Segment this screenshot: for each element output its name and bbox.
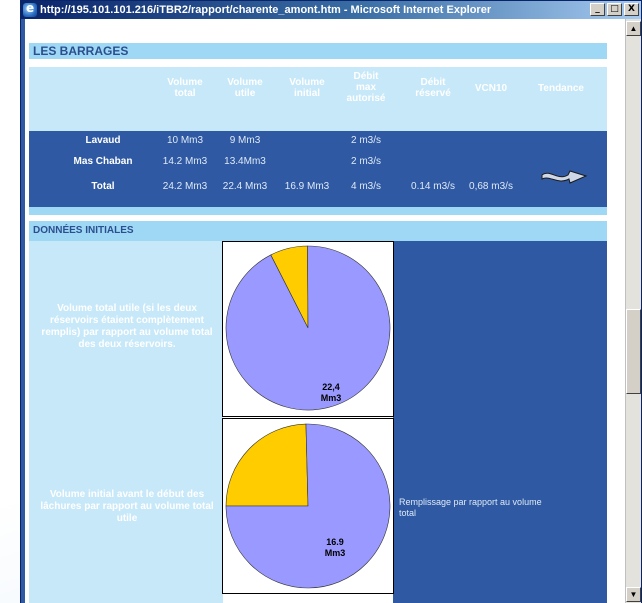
column-header-line: Volume bbox=[289, 77, 325, 88]
column-header-line: utile bbox=[234, 88, 256, 99]
table-cell-vcn10: 0,68 m3/s bbox=[469, 181, 513, 192]
column-header-line: Débit bbox=[353, 71, 379, 82]
maximize-button[interactable]: □ bbox=[607, 3, 622, 16]
window-title: http://195.101.101.216/iTBR2/rapport/cha… bbox=[40, 4, 492, 16]
table-cell-volume_total: 24.2 Mm3 bbox=[162, 181, 208, 192]
column-header-line: autorisé bbox=[346, 93, 386, 104]
remplissage-note: Remplissage par rapport au volume total bbox=[399, 497, 542, 518]
ie-window: http://195.101.101.216/iTBR2/rapport/cha… bbox=[20, 0, 642, 603]
pie1-slice-utile bbox=[225, 245, 391, 411]
pie2-slice-remaining bbox=[225, 423, 309, 507]
pie1-description: Volume total utile (si les deux réservoi… bbox=[41, 303, 213, 350]
pie2-description: Volume initial avant le début des lâchur… bbox=[40, 489, 214, 524]
pie2-svg bbox=[225, 423, 391, 589]
table-cell-volume_utile: 9 Mm3 bbox=[229, 135, 261, 146]
column-header-6: Tendance bbox=[528, 83, 594, 94]
ie-logo-icon bbox=[23, 1, 37, 17]
column-header-line: total bbox=[174, 88, 196, 99]
table-cell-volume_total: 10 Mm3 bbox=[166, 135, 204, 146]
scroll-down-arrow-icon[interactable]: ▼ bbox=[626, 587, 641, 602]
pie1-unit: Mm3 bbox=[320, 393, 342, 403]
pie1-svg bbox=[225, 245, 391, 411]
column-header-line: Volume bbox=[167, 77, 203, 88]
table-cell-debit_max: 4 m3/s bbox=[350, 181, 381, 192]
scrollbar-thumb[interactable] bbox=[626, 309, 641, 394]
scroll-up-arrow-icon[interactable]: ▲ bbox=[626, 21, 641, 36]
page-viewport: LES BARRAGES Volume total Volume utile Volum… bbox=[21, 19, 625, 603]
column-header-line: initial bbox=[293, 88, 321, 99]
notes-panel bbox=[393, 241, 607, 603]
row-label: Total bbox=[91, 181, 115, 192]
column-header-line: Débit bbox=[420, 77, 446, 88]
column-header-line: réservé bbox=[415, 88, 451, 99]
window-controls: _ □ X bbox=[590, 3, 639, 16]
column-header-1: Volume utile bbox=[217, 77, 273, 99]
table-cell-volume_utile: 22.4 Mm3 bbox=[222, 181, 268, 192]
column-header-0: Volume total bbox=[157, 77, 213, 99]
column-header-line: max bbox=[355, 82, 376, 93]
table-cell-volume_initial: 16.9 Mm3 bbox=[284, 181, 330, 192]
table-cell-debit_max: 2 m3/s bbox=[350, 135, 381, 146]
barrages-section-title: LES BARRAGES bbox=[29, 43, 607, 59]
pie2-label: 16.9 Mm3 bbox=[315, 537, 355, 559]
table-cell-volume_total: 14.2 Mm3 bbox=[162, 156, 208, 167]
right-arrow-icon bbox=[541, 170, 588, 184]
table-cell-volume_utile: 13.4Mm3 bbox=[224, 156, 266, 167]
column-header-3: Débit max autorisé bbox=[341, 71, 391, 104]
pie-chart-volume-initial: 16.9 Mm3 bbox=[222, 418, 394, 594]
minimize-button[interactable]: _ bbox=[590, 3, 605, 16]
column-header-4: Débit réservé bbox=[405, 77, 461, 99]
column-header-line: Tendance bbox=[538, 83, 584, 94]
pie1-label: 22,4 Mm3 bbox=[311, 382, 351, 404]
barrages-table-footer bbox=[29, 207, 607, 215]
row-label: Mas Chaban bbox=[73, 156, 133, 167]
donnees-section-title: DONNÉES INITIALES bbox=[29, 221, 607, 241]
column-header-5: VCN10 bbox=[463, 83, 519, 94]
row-label: Lavaud bbox=[85, 135, 121, 146]
pie2-value: 16.9 bbox=[326, 537, 344, 547]
pie-chart-volume-utile: 22,4 Mm3 bbox=[222, 241, 394, 417]
close-button[interactable]: X bbox=[624, 3, 639, 16]
title-bar[interactable]: http://195.101.101.216/iTBR2/rapport/cha… bbox=[21, 1, 641, 19]
column-header-line: Volume bbox=[227, 77, 263, 88]
pie1-value: 22,4 bbox=[322, 382, 340, 392]
column-header-line: VCN10 bbox=[474, 83, 508, 94]
pie2-unit: Mm3 bbox=[324, 548, 346, 558]
column-header-2: Volume initial bbox=[277, 77, 337, 99]
table-cell-debit_max: 2 m3/s bbox=[350, 156, 381, 167]
vertical-scrollbar[interactable]: ▲ ▼ bbox=[625, 19, 641, 603]
description-panel bbox=[29, 241, 223, 603]
